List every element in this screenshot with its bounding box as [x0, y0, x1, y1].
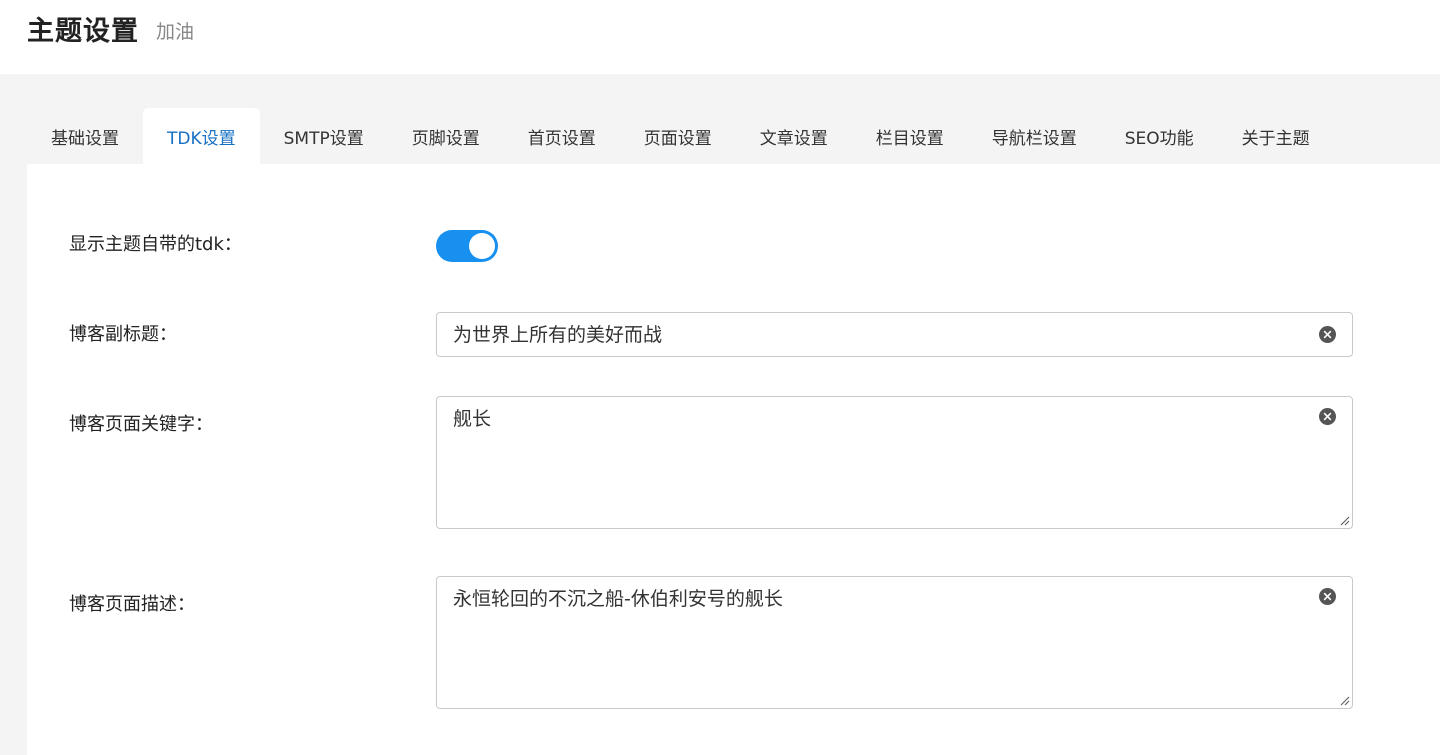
tab-article[interactable]: 文章设置: [736, 108, 852, 164]
clear-icon[interactable]: [1319, 408, 1336, 425]
keywords-textarea[interactable]: 舰长: [436, 396, 1353, 529]
subtitle-label: 博客副标题：: [69, 324, 177, 345]
description-value: 永恒轮回的不沉之船-休伯利安号的舰长: [453, 588, 783, 610]
tab-about[interactable]: 关于主题: [1218, 108, 1334, 164]
page-title: 主题设置: [27, 16, 139, 47]
tab-seo[interactable]: SEO功能: [1101, 108, 1218, 164]
clear-icon[interactable]: [1319, 326, 1336, 343]
clear-icon[interactable]: [1319, 588, 1336, 605]
resize-handle-icon[interactable]: [1338, 514, 1350, 526]
tab-basic[interactable]: 基础设置: [27, 108, 143, 164]
tab-footer[interactable]: 页脚设置: [388, 108, 504, 164]
show-tdk-label: 显示主题自带的tdk：: [69, 234, 242, 255]
tab-navbar[interactable]: 导航栏设置: [968, 108, 1101, 164]
subtitle-input[interactable]: 为世界上所有的美好而战: [436, 312, 1353, 357]
tab-smtp[interactable]: SMTP设置: [260, 108, 388, 164]
description-textarea[interactable]: 永恒轮回的不沉之船-休伯利安号的舰长: [436, 576, 1353, 709]
tab-tdk[interactable]: TDK设置: [143, 108, 260, 164]
header-bar: 主题设置 加油: [0, 0, 1440, 74]
keywords-value: 舰长: [453, 408, 492, 430]
toggle-knob: [469, 233, 495, 259]
subtitle-value: 为世界上所有的美好而战: [453, 324, 663, 346]
resize-handle-icon[interactable]: [1338, 694, 1350, 706]
settings-tabs: 基础设置 TDK设置 SMTP设置 页脚设置 首页设置 页面设置 文章设置 栏目…: [27, 108, 1334, 164]
page-subtitle: 加油: [156, 21, 195, 43]
keywords-label: 博客页面关键字：: [69, 414, 213, 435]
tab-home[interactable]: 首页设置: [504, 108, 620, 164]
tab-column[interactable]: 栏目设置: [852, 108, 968, 164]
settings-panel: 显示主题自带的tdk： 博客副标题： 为世界上所有的美好而战 博客页面关键字： …: [27, 164, 1440, 755]
description-label: 博客页面描述：: [69, 594, 195, 615]
tab-page[interactable]: 页面设置: [620, 108, 736, 164]
show-tdk-toggle[interactable]: [436, 230, 498, 262]
